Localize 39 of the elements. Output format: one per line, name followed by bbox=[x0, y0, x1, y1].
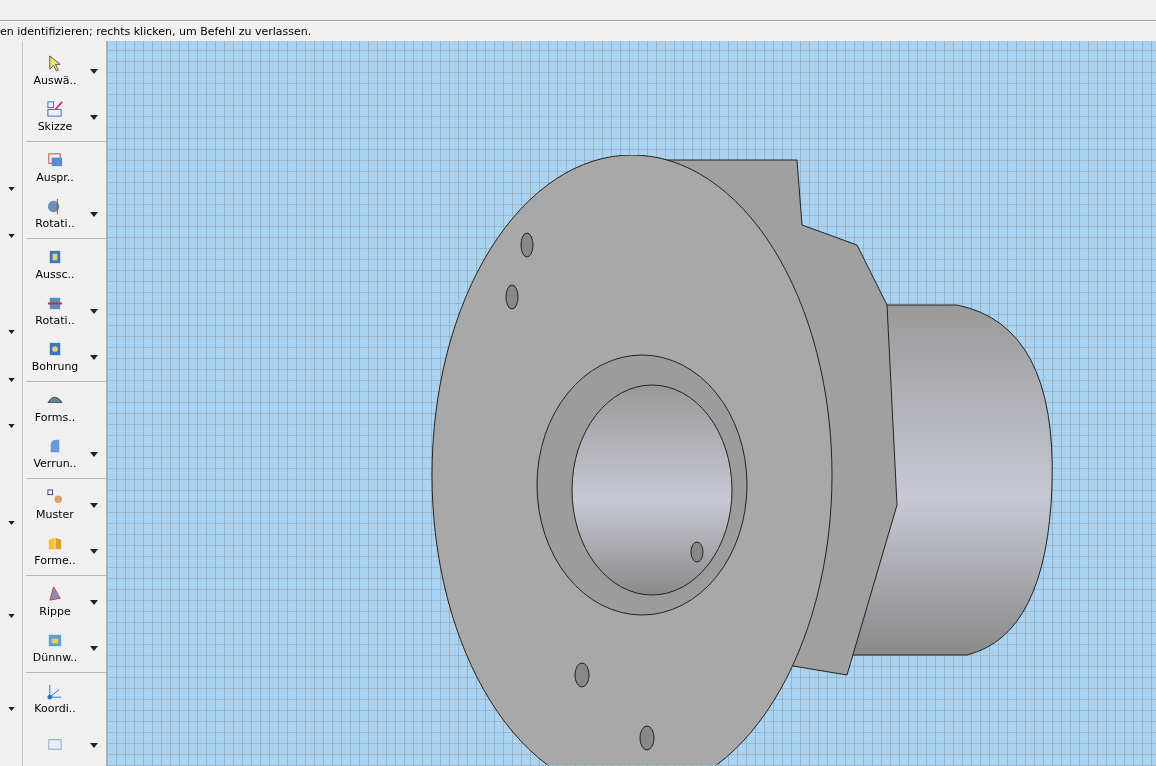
tool-button[interactable]: Auspr.. bbox=[26, 144, 100, 190]
dropdown-caret-icon[interactable] bbox=[90, 646, 98, 651]
dropdown-caret-icon[interactable] bbox=[90, 503, 98, 508]
tool-button[interactable]: Aussc.. bbox=[26, 241, 100, 287]
dropdown-caret-icon[interactable] bbox=[7, 424, 15, 428]
tool-button[interactable]: Forme.. bbox=[26, 527, 100, 573]
tool-button[interactable]: Auswä.. bbox=[26, 47, 100, 93]
dropdown-caret-icon[interactable] bbox=[90, 600, 98, 605]
tool-button[interactable]: Forms.. bbox=[26, 384, 100, 430]
dropdown-caret-icon[interactable] bbox=[7, 614, 15, 618]
dropdown-caret-icon[interactable] bbox=[7, 521, 15, 525]
dropdown-caret-icon[interactable] bbox=[90, 115, 98, 120]
tool-button[interactable]: Rippe bbox=[26, 578, 100, 624]
dropdown-caret-icon[interactable] bbox=[7, 707, 15, 711]
status-prompt: en identifizieren; rechts klicken, um Befehl zu verlassen. bbox=[0, 24, 312, 38]
dropdown-caret-icon[interactable] bbox=[7, 234, 15, 238]
tool-icon bbox=[46, 584, 64, 603]
tool-button[interactable]: Rotati.. bbox=[26, 287, 100, 333]
tool-button[interactable]: Verrun.. bbox=[26, 430, 100, 476]
tool-button[interactable]: Rotati.. bbox=[26, 190, 100, 236]
tool-icon bbox=[46, 53, 64, 72]
tool-button[interactable]: Dünnw.. bbox=[26, 624, 100, 670]
dropdown-caret-icon[interactable] bbox=[90, 452, 98, 457]
dropdown-caret-icon[interactable] bbox=[7, 330, 15, 334]
dropdown-caret-icon[interactable] bbox=[90, 212, 98, 217]
tool-icon bbox=[46, 150, 64, 169]
dropdown-caret-icon[interactable] bbox=[7, 187, 15, 191]
tool-button[interactable]: Koordi.. bbox=[26, 675, 100, 721]
tool-button[interactable]: Skizze bbox=[26, 93, 100, 139]
dropdown-caret-icon[interactable] bbox=[90, 309, 98, 314]
tool-button[interactable]: Bohrung bbox=[26, 333, 100, 379]
dropdown-caret-icon[interactable] bbox=[90, 355, 98, 360]
dropdown-caret-icon[interactable] bbox=[90, 743, 98, 748]
tool-button[interactable]: Muster bbox=[26, 481, 100, 527]
dropdown-caret-icon[interactable] bbox=[90, 549, 98, 554]
tool-icon bbox=[46, 99, 64, 118]
dropdown-caret-icon[interactable] bbox=[90, 69, 98, 74]
dropdown-caret-icon[interactable] bbox=[7, 378, 15, 382]
tool-icon bbox=[46, 487, 64, 506]
